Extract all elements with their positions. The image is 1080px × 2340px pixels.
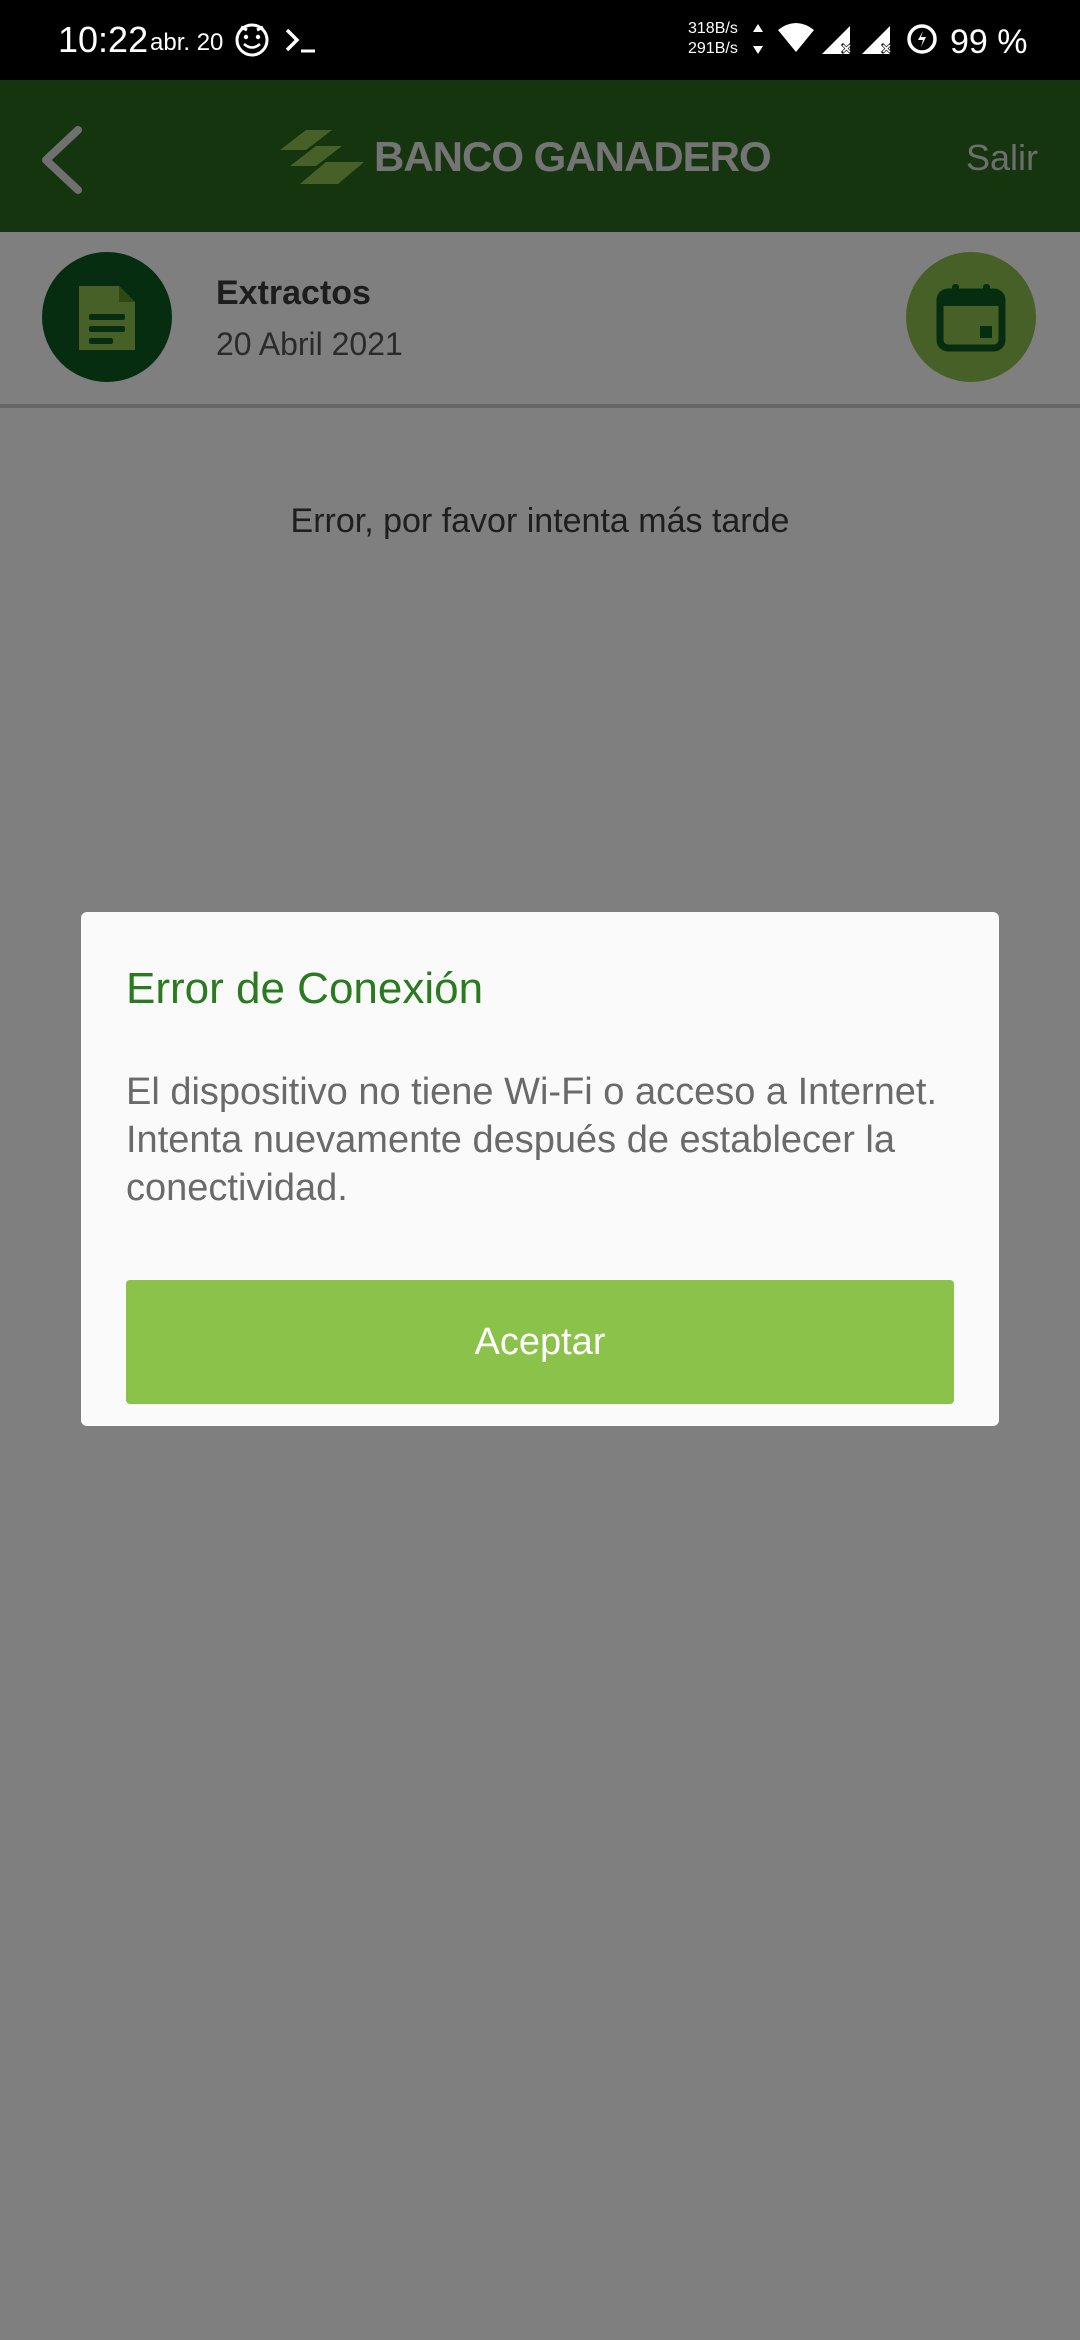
network-arrows-icon (753, 24, 763, 54)
dialog-title: Error de Conexión (126, 964, 484, 1013)
terminal-icon (285, 28, 315, 53)
network-speed: 318B/s 291B/s (688, 19, 738, 59)
accept-button[interactable]: Aceptar (126, 1280, 954, 1404)
face-icon (235, 23, 269, 57)
connection-error-dialog: Error de Conexión El dispositivo no tien… (81, 912, 999, 1426)
wifi-icon (778, 23, 814, 52)
network-speed-down: 291B/s (688, 40, 738, 57)
signal-icon (862, 26, 893, 55)
battery-saver-icon (907, 24, 937, 54)
status-date: abr. 20 (150, 29, 224, 56)
status-bar: 10:22 abr. 20 318B/s 291B/s 99 % (0, 0, 1080, 80)
dialog-message: El dispositivo no tiene Wi-Fi o acceso a… (126, 1071, 938, 1209)
status-time: 10:22 (58, 19, 149, 60)
signal-icon (822, 26, 853, 55)
network-speed-up: 318B/s (688, 20, 738, 37)
battery-level: 99 % (950, 23, 1028, 61)
